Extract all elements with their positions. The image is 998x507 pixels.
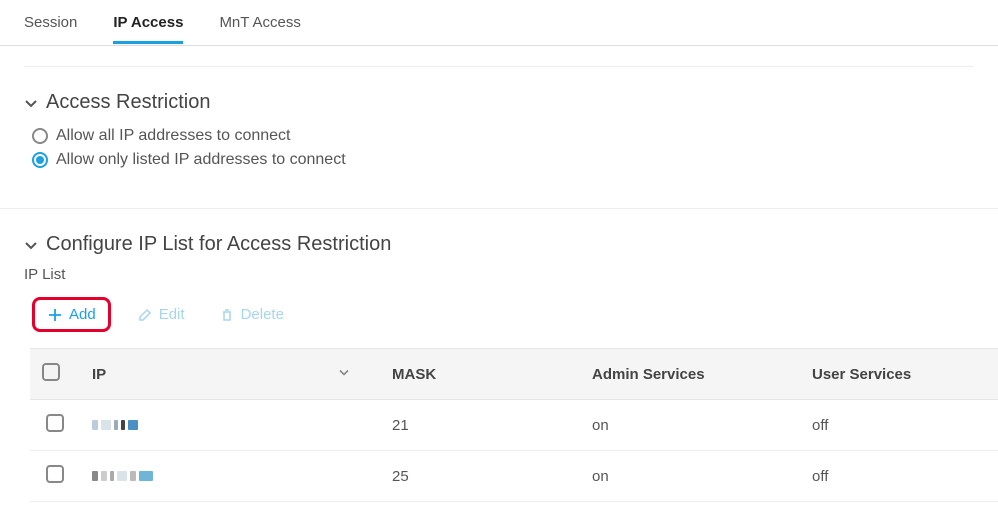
delete-label: Delete	[241, 306, 284, 323]
ip-list-subtitle: IP List	[24, 266, 974, 283]
cell-admin: on	[580, 400, 800, 451]
tab-ip-access[interactable]: IP Access	[113, 2, 183, 43]
cell-user: off	[800, 451, 998, 502]
redacted-ip	[92, 471, 153, 481]
radio-icon-checked	[32, 152, 48, 168]
add-label: Add	[69, 306, 96, 323]
header-checkbox-cell	[30, 349, 80, 400]
edit-button[interactable]: Edit	[129, 302, 193, 327]
chevron-down-icon	[24, 96, 38, 110]
cell-mask: 21	[380, 400, 580, 451]
radio-icon	[32, 128, 48, 144]
tabs-bar: Session IP Access MnT Access	[0, 0, 998, 46]
ip-list-section: Configure IP List for Access Restriction…	[0, 209, 998, 348]
cell-ip	[80, 451, 380, 502]
section-header[interactable]: Configure IP List for Access Restriction	[24, 233, 974, 256]
ip-list-title: Configure IP List for Access Restriction	[46, 233, 391, 256]
header-admin[interactable]: Admin Services	[580, 349, 800, 400]
header-ip-label: IP	[92, 366, 106, 383]
header-ip[interactable]: IP	[80, 349, 380, 400]
radio-allow-all-label: Allow all IP addresses to connect	[56, 127, 291, 145]
radio-allow-only[interactable]: Allow only listed IP addresses to connec…	[24, 148, 974, 172]
row-checkbox[interactable]	[46, 465, 64, 483]
radio-allow-all[interactable]: Allow all IP addresses to connect	[24, 124, 974, 148]
cell-admin: on	[580, 451, 800, 502]
cell-user: off	[800, 400, 998, 451]
tab-mnt-access[interactable]: MnT Access	[219, 2, 300, 43]
table-row[interactable]: 21 on off	[30, 400, 998, 451]
cell-mask: 25	[380, 451, 580, 502]
chevron-down-icon	[338, 366, 350, 383]
add-button[interactable]: Add	[39, 302, 104, 327]
add-highlight: Add	[32, 297, 111, 332]
plus-icon	[47, 307, 63, 323]
cell-ip	[80, 400, 380, 451]
chevron-down-icon	[24, 238, 38, 252]
section-header[interactable]: Access Restriction	[24, 91, 974, 114]
ip-table: IP MASK Admin Services User Services	[30, 348, 998, 502]
table-row[interactable]: 25 on off	[30, 451, 998, 502]
tab-session[interactable]: Session	[24, 2, 77, 43]
access-restriction-section: Access Restriction Allow all IP addresse…	[0, 67, 998, 172]
radio-allow-only-label: Allow only listed IP addresses to connec…	[56, 151, 346, 169]
ip-list-toolbar: Add Edit Delete	[24, 283, 974, 348]
trash-icon	[219, 307, 235, 323]
row-checkbox[interactable]	[46, 414, 64, 432]
select-all-checkbox[interactable]	[42, 363, 60, 381]
redacted-ip	[92, 420, 138, 430]
header-mask[interactable]: MASK	[380, 349, 580, 400]
ip-table-wrap: IP MASK Admin Services User Services	[0, 348, 998, 502]
header-user[interactable]: User Services	[800, 349, 998, 400]
delete-button[interactable]: Delete	[211, 302, 292, 327]
edit-label: Edit	[159, 306, 185, 323]
pencil-icon	[137, 307, 153, 323]
access-restriction-title: Access Restriction	[46, 91, 211, 114]
